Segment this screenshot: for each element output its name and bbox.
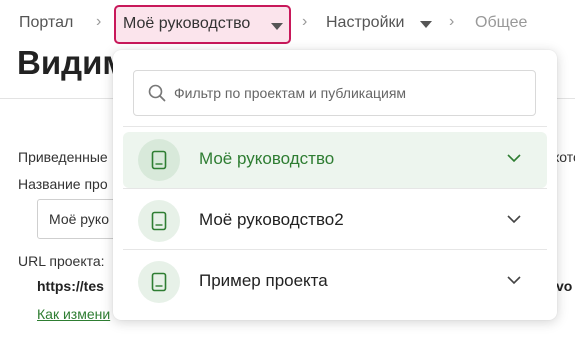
filter-field[interactable]: [133, 70, 536, 116]
book-icon: [138, 261, 180, 303]
project-name-value: Моё руко: [49, 211, 109, 227]
project-dropdown: Моё руководство Моё руководство2: [113, 50, 557, 320]
project-item-label: Моё руководство: [199, 149, 335, 168]
description-text: Приведенные: [18, 149, 108, 165]
project-url-value: https://tes: [37, 278, 104, 294]
book-icon: [138, 200, 180, 242]
page-title: Видим: [17, 44, 117, 81]
dropdown-divider: [123, 249, 547, 250]
breadcrumb-separator: ›: [302, 13, 308, 30]
project-item[interactable]: Моё руководство: [123, 132, 547, 188]
chevron-down-icon[interactable]: [507, 276, 521, 285]
project-url-value-tail: vo: [556, 278, 573, 294]
project-item-label: Пример проекта: [199, 271, 328, 290]
page: Портал › Моё руководство › Настройки › О…: [0, 0, 575, 339]
breadcrumb-settings-link[interactable]: Настройки: [326, 14, 404, 32]
project-url-label: URL проекта:: [18, 253, 105, 269]
chevron-down-icon: [271, 23, 283, 30]
chevron-down-icon[interactable]: [507, 154, 521, 163]
change-url-link[interactable]: Как измени: [37, 306, 117, 322]
breadcrumb-general: Общее: [475, 14, 528, 31]
breadcrumb-current-project-button[interactable]: Моё руководство: [114, 5, 291, 44]
breadcrumb-separator: ›: [96, 13, 102, 30]
project-name-label: Название про: [18, 176, 108, 192]
chevron-down-icon[interactable]: [507, 215, 521, 224]
breadcrumb-current-label: Моё руководство: [123, 15, 251, 32]
dropdown-divider: [123, 188, 547, 189]
breadcrumb-separator: ›: [449, 13, 455, 30]
project-item[interactable]: Пример проекта: [123, 254, 547, 310]
breadcrumb-portal-link[interactable]: Портал: [19, 14, 73, 32]
project-item[interactable]: Моё руководство2: [123, 193, 547, 249]
project-item-label: Моё руководство2: [199, 210, 344, 229]
search-icon: [148, 84, 166, 102]
chevron-down-icon[interactable]: [420, 21, 432, 28]
book-icon: [138, 139, 180, 181]
dropdown-divider: [123, 126, 547, 127]
filter-input[interactable]: [174, 82, 529, 104]
